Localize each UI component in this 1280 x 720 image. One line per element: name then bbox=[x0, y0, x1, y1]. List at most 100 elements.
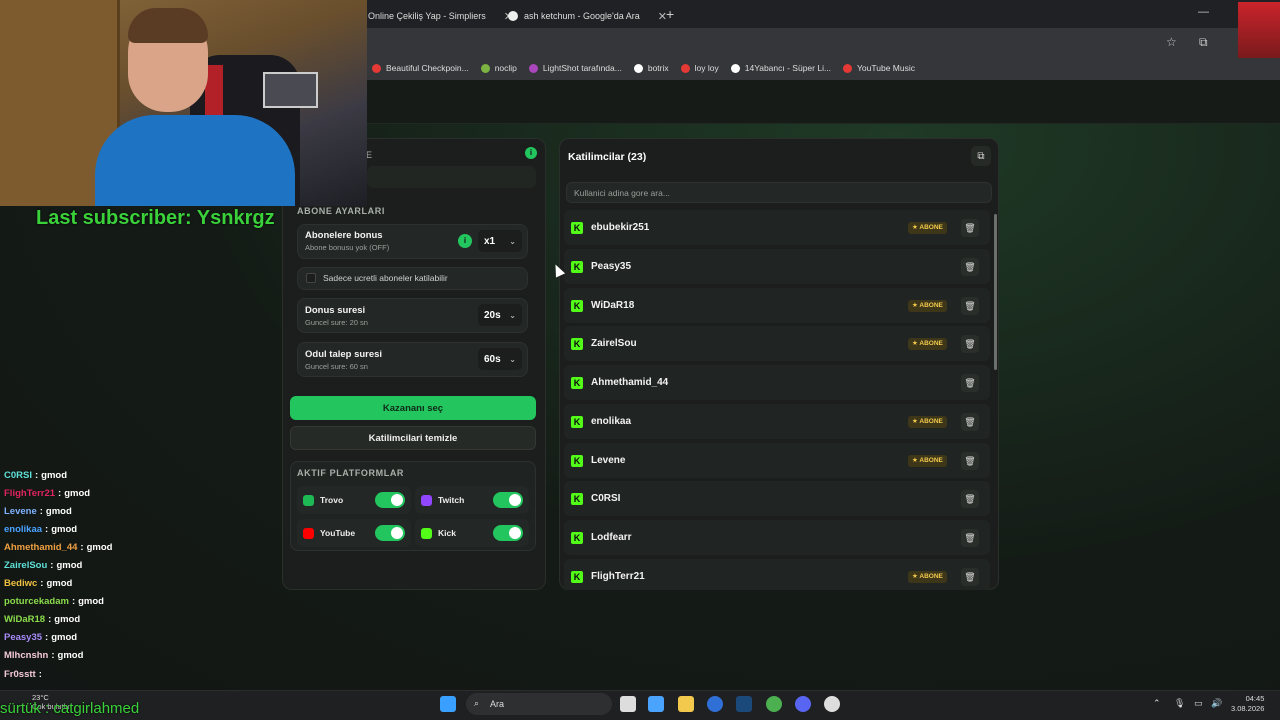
trash-icon[interactable]: 🗑 bbox=[961, 412, 979, 431]
chevron-up-icon[interactable]: ⌃ bbox=[1153, 698, 1161, 709]
app-icon[interactable] bbox=[707, 696, 723, 712]
new-tab-button[interactable]: + bbox=[666, 6, 674, 22]
chat-text: gmod bbox=[51, 523, 78, 535]
duration-select[interactable]: 20s ⌄ bbox=[478, 304, 522, 326]
clock-time: 04:45 bbox=[1245, 694, 1265, 703]
pick-winner-button[interactable]: Kazananı seç bbox=[290, 396, 536, 420]
participant-search-input[interactable]: Kullanici adina gore ara... bbox=[566, 182, 992, 203]
chat-text: gmod bbox=[41, 469, 68, 481]
chrome-icon[interactable] bbox=[766, 696, 782, 712]
bookmark-item[interactable]: botrix bbox=[633, 63, 669, 73]
trash-icon[interactable]: 🗑 bbox=[961, 490, 979, 509]
settings-input[interactable] bbox=[367, 166, 536, 188]
windows-start-icon[interactable] bbox=[440, 696, 456, 712]
chat-separator: : bbox=[39, 505, 43, 517]
bookmark-item[interactable]: 14Yabancı - Süper Li... bbox=[730, 63, 831, 73]
participant-row: K FlighTerr21 ★ ABONE 🗑 bbox=[564, 558, 990, 590]
trash-icon[interactable]: 🗑 bbox=[961, 567, 979, 586]
trash-icon[interactable]: 🗑 bbox=[961, 451, 979, 470]
participant-row: K Levene ★ ABONE 🗑 bbox=[564, 442, 990, 478]
chat-message: Levene: gmod bbox=[4, 502, 304, 520]
trash-icon[interactable]: 🗑 bbox=[961, 296, 979, 315]
bonus-info-icon[interactable]: i bbox=[458, 234, 472, 248]
minimize-icon[interactable]: — bbox=[1198, 6, 1209, 18]
participant-row: K Ahmethamid_44 🗑 bbox=[564, 365, 990, 400]
platform-toggle[interactable] bbox=[375, 525, 405, 541]
task-view-icon[interactable] bbox=[620, 696, 636, 712]
subscriber-badge: ★ ABONE bbox=[908, 222, 947, 234]
chat-message: C0RSI: gmod bbox=[4, 466, 304, 484]
bookmark-label: botrix bbox=[647, 63, 669, 73]
platform-twitch: Twitch bbox=[415, 486, 529, 514]
claim-select[interactable]: 60s ⌄ bbox=[478, 348, 522, 370]
chevron-down-icon: ⌄ bbox=[509, 354, 516, 364]
platform-toggle[interactable] bbox=[375, 492, 405, 508]
platform-trovo: Trovo bbox=[297, 486, 411, 514]
taskbar-clock[interactable]: 04:45 3.08.2026 bbox=[1231, 694, 1264, 714]
tab-google[interactable]: ash ketchum - Google'da Ara ✕ bbox=[500, 4, 675, 28]
duration-title: Donus suresi bbox=[305, 305, 366, 316]
bookmark-item[interactable]: loy loy bbox=[680, 63, 719, 73]
platform-label: YouTube bbox=[320, 528, 356, 538]
bookmark-item[interactable]: noclip bbox=[480, 63, 517, 73]
kick-icon: K bbox=[571, 338, 583, 351]
trash-icon[interactable]: 🗑 bbox=[961, 374, 979, 392]
chat-username: poturcekadam bbox=[4, 596, 69, 608]
kick-icon: K bbox=[571, 377, 583, 389]
bookmark-item[interactable]: LightShot tarafında... bbox=[528, 63, 622, 73]
participant-list-scrollbar[interactable] bbox=[994, 214, 997, 370]
participant-name: Lodfearr bbox=[591, 532, 632, 543]
trash-icon[interactable]: 🗑 bbox=[961, 335, 979, 354]
obs-icon[interactable] bbox=[824, 696, 840, 712]
search-icon: ⌕ bbox=[474, 698, 480, 708]
chat-message: Peasy35: gmod bbox=[4, 629, 304, 647]
chat-username: WiDaR18 bbox=[4, 614, 46, 626]
platform-toggle[interactable] bbox=[493, 492, 523, 508]
volume-icon[interactable]: 🔊 bbox=[1211, 698, 1222, 709]
kick-icon: K bbox=[571, 454, 583, 467]
trash-icon[interactable]: 🗑 bbox=[961, 257, 979, 276]
chat-separator: : bbox=[40, 578, 44, 590]
calculator-icon[interactable] bbox=[648, 696, 664, 712]
tab-simpliers[interactable]: Online Çekiliş Yap - Simpliers ✕ bbox=[360, 4, 521, 28]
microphone-icon[interactable]: 🎙 bbox=[1174, 698, 1185, 709]
participant-name: ZairelSou bbox=[591, 338, 637, 350]
participant-row: K C0RSI 🗑 bbox=[564, 481, 990, 517]
platform-toggle[interactable] bbox=[493, 525, 523, 541]
bookmark-item[interactable]: YouTube Music bbox=[843, 63, 915, 73]
chat-overlay: C0RSI: gmod FlighTerr21: gmod Levene: gmod eno… bbox=[4, 466, 304, 683]
participant-name: Ahmethamid_44 bbox=[591, 377, 669, 388]
status-info-icon[interactable]: i bbox=[525, 147, 537, 159]
corner-cam-overlay bbox=[1238, 2, 1280, 58]
trash-icon[interactable]: 🗑 bbox=[961, 219, 979, 237]
discord-icon[interactable] bbox=[795, 696, 811, 712]
bonus-multiplier-select[interactable]: x1 ⌄ bbox=[478, 230, 522, 252]
extensions-icon[interactable]: ⧉ bbox=[1199, 35, 1208, 50]
trash-icon[interactable]: 🗑 bbox=[961, 529, 979, 547]
taskbar-search[interactable]: Ara bbox=[466, 693, 612, 715]
paid-only-checkbox[interactable] bbox=[306, 273, 316, 283]
file-explorer-icon[interactable] bbox=[678, 696, 694, 712]
bookmark-label: noclip bbox=[494, 63, 517, 73]
network-icon[interactable]: ▭ bbox=[1194, 698, 1203, 709]
site-header bbox=[367, 80, 1280, 124]
chat-text: gmod bbox=[86, 541, 113, 553]
bonus-subtitle: Abone bonusu yok (OFF) bbox=[305, 243, 390, 252]
copy-icon[interactable]: ⧉ bbox=[971, 146, 991, 166]
clear-participants-button[interactable]: Katilimcilari temizle bbox=[290, 426, 536, 450]
participant-name: Peasy35 bbox=[591, 260, 632, 272]
steam-icon[interactable] bbox=[736, 696, 752, 712]
google-icon bbox=[508, 11, 518, 21]
kick-icon: K bbox=[571, 570, 583, 583]
chat-username: Peasy35 bbox=[4, 632, 43, 644]
chat-message: Mlhcnshn: gmod bbox=[4, 647, 304, 665]
bookmark-item[interactable]: Beautiful Checkpoin... bbox=[372, 63, 469, 73]
participant-name: FlighTerr21 bbox=[591, 570, 645, 582]
kick-icon: K bbox=[571, 222, 583, 234]
chat-username: Fr0sstt bbox=[4, 668, 36, 680]
star-icon[interactable]: ☆ bbox=[1166, 35, 1177, 49]
chat-username: FlighTerr21 bbox=[4, 487, 56, 499]
tab-title: Online Çekiliş Yap - Simpliers bbox=[368, 11, 486, 21]
claim-subtitle: Guncel sure: 60 sn bbox=[305, 362, 368, 371]
subscriber-settings-title: ABONE AYARLARI bbox=[297, 206, 385, 216]
